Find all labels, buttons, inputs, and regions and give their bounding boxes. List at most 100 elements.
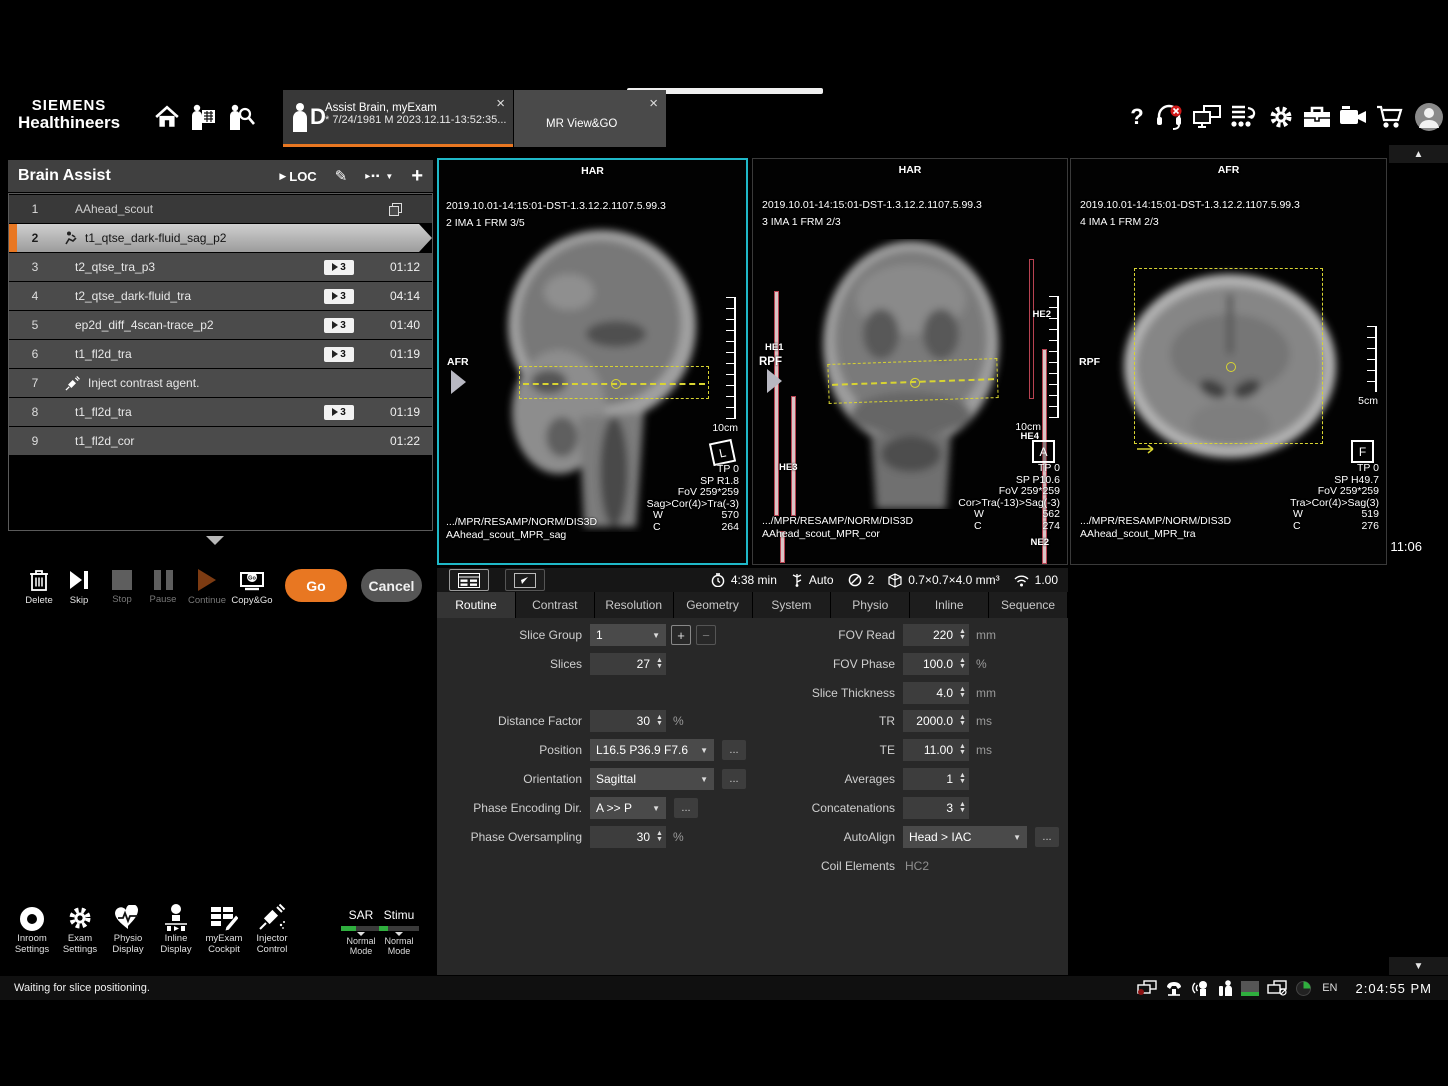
stepper-icons[interactable]: ▲▼ <box>956 773 969 785</box>
list-item[interactable]: 9 t1_fl2d_cor 01:22 <box>9 427 432 455</box>
orientation-cube[interactable]: A <box>1032 440 1055 463</box>
stepper-icons[interactable]: ▲▼ <box>653 831 666 843</box>
slice-center-handle[interactable] <box>910 378 920 388</box>
slices-input[interactable]: 27▲▼ <box>590 653 666 675</box>
shop-button[interactable] <box>1374 102 1404 132</box>
dual-monitor-button[interactable] <box>1192 102 1222 132</box>
scroll-down-button[interactable]: ▼ <box>1389 957 1448 975</box>
copy-go-button[interactable]: Go Copy&Go <box>230 569 274 606</box>
tab-inline[interactable]: Inline <box>910 592 989 618</box>
stepper-icons[interactable]: ▲▼ <box>956 658 969 670</box>
tab-resolution[interactable]: Resolution <box>595 592 674 618</box>
orientation-cube[interactable]: F <box>1351 440 1374 463</box>
tab-contrast[interactable]: Contrast <box>516 592 595 618</box>
patient-registration-button[interactable] <box>188 102 218 132</box>
list-item[interactable]: 1 AAhead_scout <box>9 195 432 223</box>
patient-position-icon[interactable] <box>1218 980 1233 996</box>
viewport-axial[interactable]: AFR 2019.10.01-14:15:01-DST-1.3.12.2.110… <box>1070 158 1387 565</box>
language-indicator[interactable]: EN <box>1322 982 1337 994</box>
tab-system[interactable]: System <box>753 592 832 618</box>
slice-group-box[interactable] <box>827 358 998 404</box>
myexam-cockpit-button[interactable]: myExamCockpit <box>200 901 248 956</box>
concatenations-input[interactable]: 3▲▼ <box>903 797 969 819</box>
phase-encoding-more-button[interactable]: ... <box>674 798 698 818</box>
autoalign-more-button[interactable]: ... <box>1035 827 1059 847</box>
delete-button[interactable]: Delete <box>17 569 61 606</box>
inroom-settings-button[interactable]: InroomSettings <box>8 901 56 956</box>
phase-encoding-dropdown[interactable]: A >> P▼ <box>590 797 666 819</box>
user-account-button[interactable] <box>1414 102 1444 132</box>
stepper-icons[interactable]: ▲▼ <box>956 715 969 727</box>
fov-box[interactable] <box>1134 268 1323 444</box>
tools-button[interactable] <box>1302 102 1332 132</box>
position-dropdown[interactable]: L16.5 P36.9 F7.6▼ <box>590 739 714 761</box>
expand-list-arrow[interactable] <box>206 536 224 545</box>
stepper-icons[interactable]: ▲▼ <box>956 744 969 756</box>
stepper-icons[interactable]: ▲▼ <box>653 715 666 727</box>
orientation-more-button[interactable]: ... <box>722 769 746 789</box>
position-more-button[interactable]: ... <box>722 740 746 760</box>
tab-sequence[interactable]: Sequence <box>989 592 1068 618</box>
exam-settings-button[interactable]: ExamSettings <box>56 901 104 956</box>
physio-display-button[interactable]: PhysioDisplay <box>104 901 152 956</box>
stepper-icons[interactable]: ▲▼ <box>956 687 969 699</box>
add-step-button[interactable]: + <box>411 165 423 188</box>
parameter-card-button[interactable] <box>449 569 489 591</box>
slice-thickness-input[interactable]: 4.0▲▼ <box>903 682 969 704</box>
injector-control-button[interactable]: InjectorControl <box>248 901 296 956</box>
fov-phase-input[interactable]: 100.0▲▼ <box>903 653 969 675</box>
list-item[interactable]: 7 Inject contrast agent. <box>9 369 432 397</box>
orientation-dropdown[interactable]: Sagittal▼ <box>590 768 714 790</box>
view-options-icon[interactable]: ▸▪▪ <box>365 171 380 182</box>
stack-arrow[interactable] <box>767 369 782 393</box>
autoalign-dropdown[interactable]: Head > IAC▼ <box>903 826 1027 848</box>
add-slice-group-button[interactable]: + <box>671 625 691 645</box>
te-input[interactable]: 11.00▲▼ <box>903 739 969 761</box>
chevron-down-icon[interactable]: ▼ <box>385 172 393 181</box>
intercom-icon[interactable] <box>1191 980 1210 996</box>
tab-mr-viewgo[interactable]: × MR View&GO <box>514 90 666 147</box>
go-button[interactable]: Go <box>285 569 347 602</box>
phone-icon[interactable] <box>1165 981 1183 996</box>
stepper-icons[interactable]: ▲▼ <box>653 658 666 670</box>
averages-input[interactable]: 1▲▼ <box>903 768 969 790</box>
service-support-button[interactable] <box>1154 102 1184 132</box>
skip-button[interactable]: Skip <box>57 569 101 606</box>
inline-display-button[interactable]: InlineDisplay <box>152 901 200 956</box>
stepper-icons[interactable]: ▲▼ <box>956 629 969 641</box>
list-item[interactable]: 4 t2_qtse_dark-fluid_tra 3 04:14 <box>9 282 432 310</box>
tab-exam[interactable]: × D Assist Brain, myExam * 7/24/1981 M 2… <box>283 90 513 147</box>
slice-center-handle[interactable] <box>1226 362 1236 372</box>
edit-pen-icon[interactable]: ✎ <box>335 167 348 185</box>
tab-physio[interactable]: Physio <box>831 592 910 618</box>
stepper-icons[interactable]: ▲▼ <box>956 802 969 814</box>
close-icon[interactable]: × <box>649 96 658 111</box>
viewport-sagittal[interactable]: HAR 2019.10.01-14:15:01-DST-1.3.12.2.110… <box>437 158 748 565</box>
slice-group-dropdown[interactable]: 1▼ <box>590 624 666 646</box>
slice-center-handle[interactable] <box>611 379 621 389</box>
list-item-selected[interactable]: 2 t1_qtse_dark-fluid_sag_p2 <box>9 224 432 252</box>
phase-oversampling-input[interactable]: 30▲▼ <box>590 826 666 848</box>
list-item[interactable]: 3 t2_qtse_tra_p3 3 01:12 <box>9 253 432 281</box>
recording-button[interactable] <box>1338 102 1368 132</box>
loc-button[interactable]: LOC <box>289 169 316 184</box>
list-item[interactable]: 5 ep2d_diff_4scan-trace_p2 3 01:40 <box>9 311 432 339</box>
slice-group-box[interactable] <box>519 366 709 399</box>
remote-desktop-icon[interactable] <box>1137 980 1157 996</box>
list-item[interactable]: 6 t1_fl2d_tra 3 01:19 <box>9 340 432 368</box>
cancel-button[interactable]: Cancel <box>361 569 422 602</box>
settings-button[interactable] <box>1266 102 1296 132</box>
fov-read-input[interactable]: 220▲▼ <box>903 624 969 646</box>
list-item[interactable]: 8 t1_fl2d_tra 3 01:19 <box>9 398 432 426</box>
scroll-up-button[interactable]: ▲ <box>1389 145 1448 163</box>
patient-browser-button[interactable] <box>226 102 256 132</box>
screens-off-icon[interactable] <box>1267 980 1287 996</box>
tr-input[interactable]: 2000.0▲▼ <box>903 710 969 732</box>
home-button[interactable] <box>152 102 182 132</box>
help-button[interactable]: ? <box>1122 102 1152 132</box>
viewport-coronal[interactable]: HAR 2019.10.01-14:15:01-DST-1.3.12.2.110… <box>752 158 1068 565</box>
apply-send-button[interactable] <box>505 569 545 591</box>
tab-routine[interactable]: Routine <box>437 592 516 618</box>
transfer-queue-button[interactable] <box>1230 102 1260 132</box>
stack-arrow[interactable] <box>451 370 466 394</box>
